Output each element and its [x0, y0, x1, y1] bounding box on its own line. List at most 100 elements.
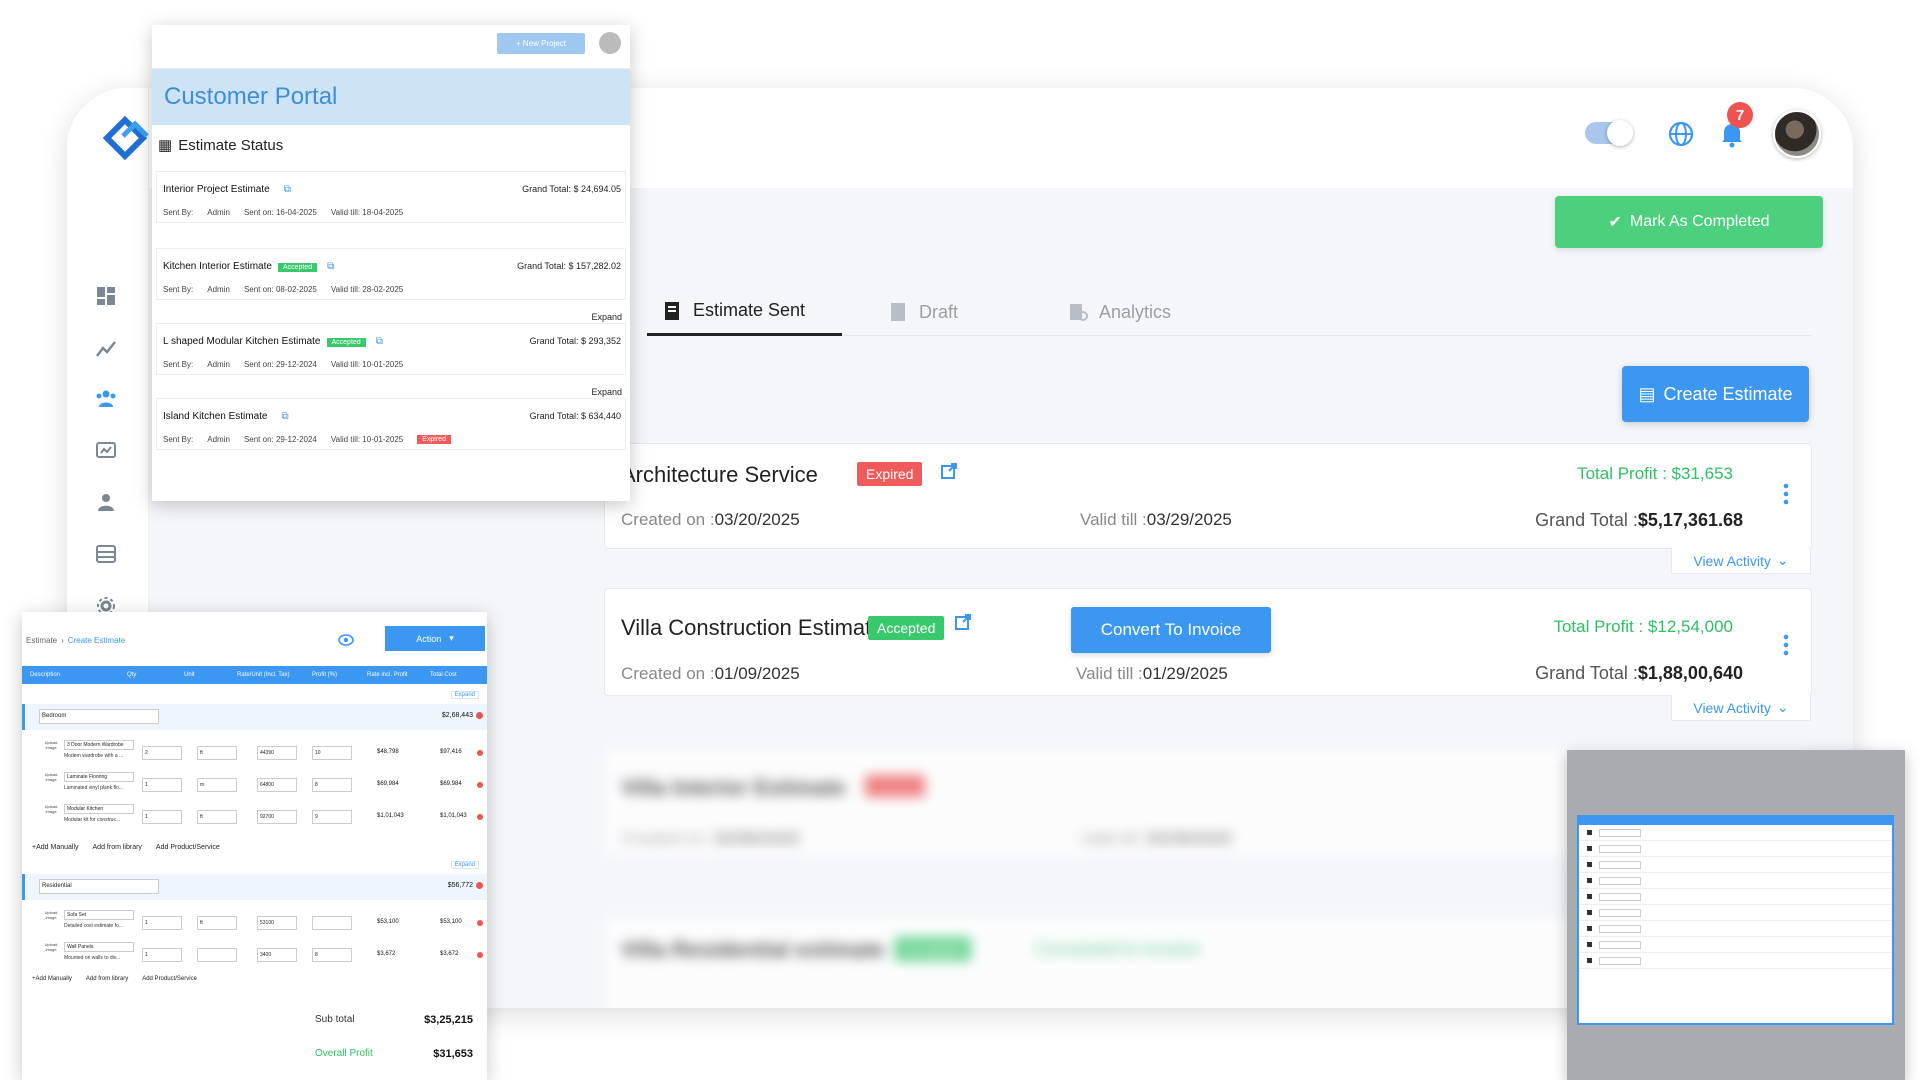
tab-label: Draft [919, 301, 959, 322]
chevron-down-icon: ▾ [449, 633, 454, 643]
estimate-card[interactable]: Architecture Service Expired Total Profi… [604, 443, 1812, 574]
created-date: Created on :01/09/2025 [621, 664, 800, 683]
mark-completed-button[interactable]: ✔ Mark As Completed [1555, 196, 1823, 248]
status-badge [865, 775, 925, 797]
analytics-tab-icon [1070, 304, 1088, 321]
external-link-icon: ⧉ [375, 336, 383, 347]
action-dropdown[interactable]: Action ▾ [385, 626, 485, 651]
draft-icon [891, 303, 905, 321]
view-activity-link[interactable]: View Activity ⌄ [1671, 695, 1811, 721]
tab-label: Estimate Sent [693, 300, 806, 320]
estimate-preview-thumbnail [1567, 750, 1905, 1080]
remove-icon[interactable] [476, 882, 483, 889]
add-item-row: +Add Manually Add from library Add Produ… [32, 976, 197, 982]
estimate-title: Villa Interior Estimate [621, 775, 846, 800]
chevron-down-icon: ⌄ [1776, 699, 1789, 715]
estimate-group: Residential $56,772 [22, 874, 487, 900]
portal-estimate-card[interactable]: L shaped Modular Kitchen Estimate Accepte… [156, 323, 626, 375]
valid-date: Valid till :02/28/2025 [1080, 829, 1232, 848]
document-add-icon: ▤ [1638, 383, 1656, 404]
customer-portal-panel: + New Project Customer Portal ▦ Estimate… [152, 25, 630, 501]
create-estimate-button[interactable]: ▤ Create Estimate [1622, 366, 1809, 422]
theme-toggle[interactable] [1585, 120, 1633, 146]
external-link-icon: ⧉ [327, 261, 335, 272]
eye-icon[interactable] [338, 634, 354, 646]
created-date: Created on :03/20/2025 [621, 510, 800, 529]
created-date: Created on :02/06/2025 [621, 829, 800, 848]
upload-image[interactable]: Upload Image [40, 804, 62, 830]
estimate-table-header: Description Qty Unit Rate/Unit (Incl. Ta… [22, 666, 487, 684]
sub-total-label: Sub total [315, 1014, 355, 1025]
estimate-group: Bedroom $2,68,443 [22, 704, 487, 730]
view-activity-link[interactable]: View Activity ⌄ [1671, 548, 1811, 574]
remove-icon[interactable] [477, 952, 483, 958]
overall-profit-value: $31,653 [433, 1048, 473, 1060]
table-row: Upload Image Laminate Flooring Laminated… [22, 770, 487, 800]
external-link-icon: ⧉ [281, 411, 289, 422]
completed-icon: ✔ [1608, 214, 1622, 231]
expand-button[interactable]: Expand [450, 691, 479, 699]
estimate-title: Villa Residential estimate [621, 937, 885, 962]
grand-total: Grand Total :$5,17,361.68 [1535, 510, 1743, 530]
external-link-icon[interactable] [940, 462, 958, 480]
tab-estimate-sent[interactable]: Estimate Sent [647, 288, 842, 336]
table-row: Upload Image 3 Door Modern Wardrobe Mode… [22, 738, 487, 768]
upload-image[interactable]: Upload Image [40, 942, 62, 968]
estimate-card[interactable]: Villa Construction Estimate Accepted Con… [604, 588, 1812, 721]
remove-icon[interactable] [477, 920, 483, 926]
status-badge: Accepted [895, 937, 972, 961]
projects-icon[interactable] [91, 333, 121, 363]
upload-image[interactable]: Upload Image [40, 740, 62, 766]
user-icon[interactable] [91, 487, 121, 517]
chevron-down-icon: ⌄ [1776, 552, 1789, 568]
valid-date: Valid till :01/29/2025 [1076, 664, 1228, 683]
tab-draft[interactable]: Draft [887, 288, 958, 336]
total-profit: Total Profit : $12,54,000 [1553, 617, 1733, 636]
portal-estimate-card[interactable]: Interior Project Estimate ⧉ Grand Total: … [156, 171, 626, 223]
total-profit: Total Profit : $31,653 [1577, 464, 1733, 483]
grand-total: Grand Total :$1,88,00,640 [1535, 663, 1743, 683]
mark-completed-label: Mark As Completed [1629, 213, 1770, 230]
customers-icon[interactable] [91, 384, 121, 414]
upload-image[interactable]: Upload Image [40, 910, 62, 936]
remove-icon[interactable] [476, 712, 483, 719]
estimate-title: Architecture Service [621, 462, 818, 487]
external-link-icon[interactable] [954, 613, 972, 631]
status-badge: Expired [857, 462, 923, 486]
sub-total-value: $3,25,215 [424, 1014, 473, 1026]
breadcrumb: Estimate › Create Estimate [26, 636, 126, 645]
converted-label: Converted to Invoice [1035, 939, 1201, 959]
overall-profit-label: Overall Profit [315, 1048, 373, 1059]
portal-estimate-card[interactable]: Kitchen Interior Estimate Accepted ⧉ Grand… [156, 248, 626, 300]
document-icon [665, 301, 679, 320]
external-link-icon: ⧉ [283, 184, 291, 195]
remove-icon[interactable] [477, 750, 483, 756]
dashboard-icon[interactable] [91, 281, 121, 311]
convert-invoice-button[interactable]: Convert To Invoice [1071, 607, 1271, 653]
remove-icon[interactable] [477, 782, 483, 788]
expand-button[interactable]: Expand [587, 386, 626, 398]
tab-analytics[interactable]: Analytics [1067, 288, 1171, 336]
estimate-title: Villa Construction Estimate [621, 615, 884, 640]
globe-icon[interactable] [1667, 120, 1695, 148]
reports-icon[interactable] [91, 436, 121, 466]
more-options-icon[interactable] [1783, 482, 1789, 506]
expand-button[interactable]: Expand [450, 861, 479, 869]
portal-estimate-card[interactable]: Island Kitchen Estimate ⧉ Grand Total: $ … [156, 398, 626, 450]
new-project-button[interactable]: + New Project [497, 33, 585, 54]
building-icon: ▦ [158, 137, 173, 154]
preview-table [1577, 815, 1894, 1025]
screenshot-stage: 7 ✔ Mark As Completed Estimate Sent Draf… [0, 0, 1920, 1080]
user-avatar[interactable] [1773, 110, 1821, 158]
valid-date: Valid till :03/29/2025 [1080, 510, 1232, 529]
inventory-icon[interactable] [91, 539, 121, 569]
estimate-tabs: Estimate Sent Draft Analytics [647, 288, 1812, 336]
more-options-icon[interactable] [1783, 633, 1789, 657]
create-estimate-panel: Estimate › Create Estimate Action ▾ Descri… [22, 612, 487, 1080]
portal-avatar[interactable] [599, 32, 621, 54]
remove-icon[interactable] [477, 814, 483, 820]
expand-button[interactable]: Expand [587, 311, 626, 323]
upload-image[interactable]: Upload Image [40, 772, 62, 798]
table-row: Upload Image Wall Panels Mounted on wall… [22, 940, 487, 970]
table-row: Upload Image Sofa Set Detailed cost esti… [22, 908, 487, 938]
